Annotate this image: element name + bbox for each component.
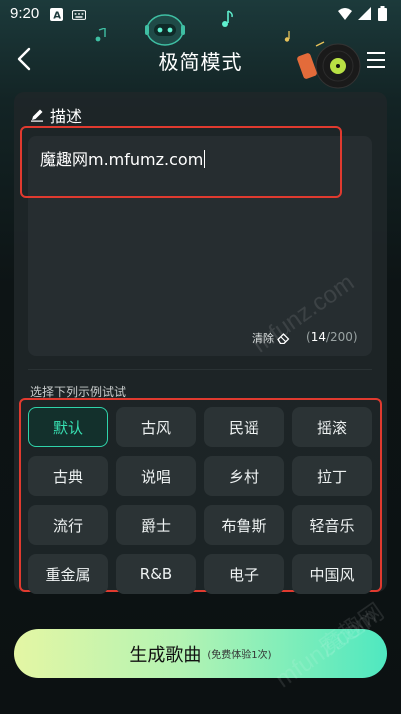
example-tag-chip[interactable]: 布鲁斯 (204, 505, 284, 545)
example-tag-chip[interactable]: 古典 (28, 456, 108, 496)
music-note-icon (284, 31, 290, 42)
battery-icon (378, 6, 387, 21)
description-label: 描述 (50, 107, 83, 126)
char-count: (14/200) (306, 330, 358, 344)
example-tag-chip[interactable]: 重金属 (28, 554, 108, 594)
example-tag-chip[interactable]: 乡村 (204, 456, 284, 496)
example-tag-chip[interactable]: 电子 (204, 554, 284, 594)
keyboard-icon (72, 10, 86, 20)
generate-label: 生成歌曲 (129, 644, 202, 666)
robot-mascot-icon (145, 14, 185, 46)
example-tag-chip[interactable]: 默认 (28, 407, 108, 447)
music-note-icon (222, 10, 233, 27)
vinyl-record-icon (297, 41, 361, 89)
example-tag-chip[interactable]: 摇滚 (292, 407, 372, 447)
wifi-icon (338, 7, 352, 20)
example-tag-chip[interactable]: 古风 (116, 407, 196, 447)
svg-text:A: A (53, 11, 61, 22)
example-tag-chip[interactable]: R&B (116, 554, 196, 594)
generate-sublabel: (免费体验1次) (207, 650, 272, 661)
menu-icon[interactable] (367, 52, 385, 68)
example-tag-chip[interactable]: 说唱 (116, 456, 196, 496)
description-header: 描述 (30, 103, 82, 127)
example-tag-chip[interactable]: 民谣 (204, 407, 284, 447)
signal-icon (358, 6, 371, 20)
edit-pencil-icon (31, 109, 43, 122)
example-tag-chip[interactable]: 爵士 (116, 505, 196, 545)
status-time: 9:20 (10, 5, 40, 22)
notification-a-icon: A (50, 8, 63, 22)
example-tag-chip[interactable]: 流行 (28, 505, 108, 545)
status-bar: 9:20 A (0, 0, 401, 30)
highlight-box-text (20, 126, 342, 198)
example-tag-chip[interactable]: 拉丁 (292, 456, 372, 496)
example-tag-chip[interactable]: 中国风 (292, 554, 372, 594)
divider (28, 369, 372, 370)
example-tag-chip[interactable]: 轻音乐 (292, 505, 372, 545)
music-note-icon (95, 28, 106, 42)
